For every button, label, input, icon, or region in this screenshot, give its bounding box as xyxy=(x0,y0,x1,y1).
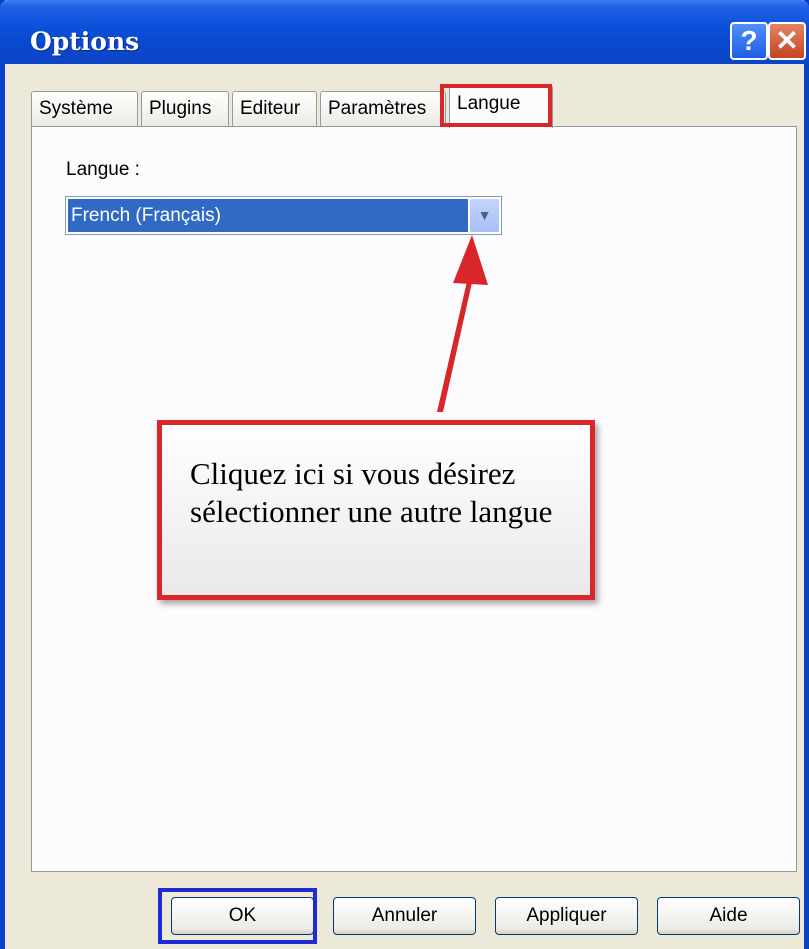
ok-highlight-box xyxy=(158,888,317,944)
tab-highlight-box xyxy=(440,84,552,127)
annotation-arrow-icon xyxy=(437,235,488,412)
